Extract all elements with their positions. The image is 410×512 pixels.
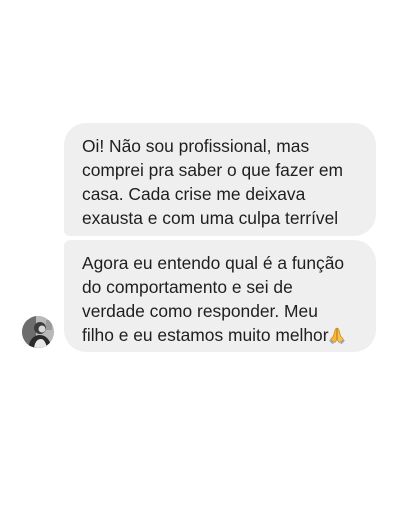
message-line: casa. Cada crise me deixava <box>82 184 306 204</box>
message-line: comprei pra saber o que fazer em <box>82 160 343 180</box>
folded-hands-emoji-icon <box>328 326 346 344</box>
message-thread: Oi! Não sou profissional, mas comprei pr… <box>0 0 410 512</box>
message-line: do comportamento e sei de <box>82 277 293 297</box>
message-line: exausta e com uma culpa terrível <box>82 208 339 228</box>
message-line-with-emoji: filho e eu estamos muito melhor <box>82 323 360 347</box>
message-line: verdade como responder. Meu <box>82 301 318 321</box>
message-bubble[interactable]: Oi! Não sou profissional, mas comprei pr… <box>64 123 376 236</box>
message-line: Agora eu entendo qual é a função <box>82 253 345 273</box>
profile-photo-icon <box>22 316 54 348</box>
avatar[interactable] <box>22 316 54 348</box>
message-line: Oi! Não sou profissional, mas <box>82 136 310 156</box>
message-line: filho e eu estamos muito melhor <box>82 325 329 345</box>
message-bubble[interactable]: Agora eu entendo qual é a função do comp… <box>64 240 376 352</box>
